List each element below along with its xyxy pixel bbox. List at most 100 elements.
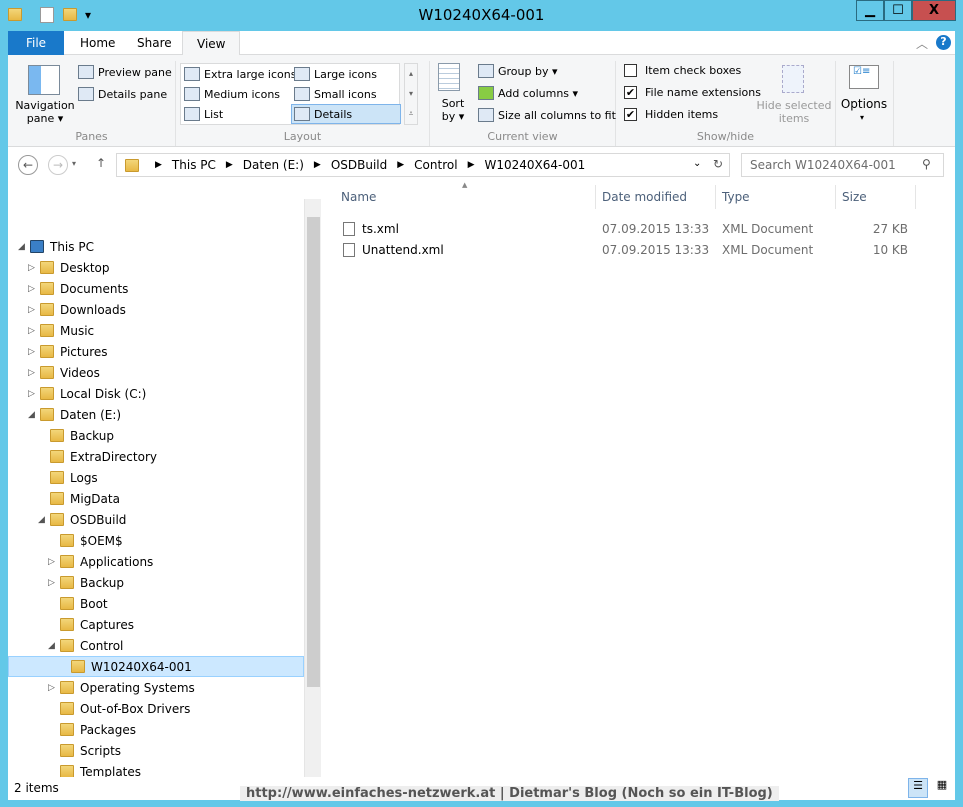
breadcrumb-current[interactable]: W10240X64-001 [484,158,585,172]
minimize-button[interactable]: ▁ [856,0,884,21]
tab-home[interactable]: Home [66,31,129,55]
tree-item[interactable]: ◢ Daten (E:) [8,404,304,425]
gallery-scroll[interactable]: ▴ ▾ ⩡ [404,63,418,125]
file-name-extensions-toggle[interactable]: ✔ File name extensions [624,86,761,99]
file-row[interactable]: ts.xml 07.09.2015 13:33 XML Document 27 … [336,219,908,240]
search-input[interactable]: Search W10240X64-001 [741,153,944,177]
tree-item[interactable]: MigData [8,488,304,509]
expand-icon[interactable]: ▷ [28,347,35,357]
collapse-icon[interactable]: ◢ [28,410,35,420]
expand-icon[interactable]: ▷ [28,263,35,273]
tree-item[interactable]: ▷ Backup [8,572,304,593]
group-by-button[interactable]: Group by ▾ [478,64,558,78]
scrollbar-thumb[interactable] [307,217,320,687]
tree-item[interactable]: Backup [8,425,304,446]
close-button[interactable]: X [912,0,956,21]
search-icon[interactable]: ⚲ [922,157,931,171]
tree-item[interactable]: $OEM$ [8,530,304,551]
breadcrumb-daten[interactable]: Daten (E:) [243,158,304,172]
refresh-icon[interactable]: ↻ [713,157,723,171]
collapse-ribbon-icon[interactable]: ︿ [916,35,928,52]
navigation-pane-button[interactable]: Navigation pane ▾ [10,99,80,125]
breadcrumb-osdbuild[interactable]: OSDBuild [331,158,387,172]
address-bar[interactable]: ▶ This PC ▶ Daten (E:) ▶ OSDBuild ▶ Control… [116,153,730,177]
details-view-button[interactable]: ☰ [908,778,928,798]
column-date-modified[interactable]: Date modified [596,185,716,209]
tab-view[interactable]: View [182,31,241,56]
tree-item[interactable]: ▷ Applications [8,551,304,572]
tree-item[interactable]: Packages [8,719,304,740]
tree-item[interactable]: Templates [8,761,304,777]
expand-icon[interactable]: ▷ [28,305,35,315]
sort-by-button[interactable]: Sort by ▾ [436,97,470,123]
expand-icon[interactable]: ▷ [28,368,35,378]
medium-icons-icon [184,87,200,101]
layout-large-icons[interactable]: Large icons [294,67,377,81]
collapse-icon[interactable]: ◢ [38,515,45,525]
column-type[interactable]: Type [716,185,836,209]
expand-icon[interactable]: ▷ [28,284,35,294]
hide-selected-button[interactable]: Hide selected items [756,99,832,125]
help-icon[interactable]: ? [936,35,951,50]
expand-icon[interactable]: ▷ [28,389,35,399]
checkbox-checked[interactable]: ✔ [624,86,637,99]
tree-item[interactable]: W10240X64-001 [8,656,304,677]
expand-icon[interactable]: ▷ [48,578,55,588]
tree-item[interactable]: ▷ Music [8,320,304,341]
chevron-icon[interactable]: ▶ [468,160,475,170]
expand-icon[interactable]: ▷ [48,557,55,567]
chevron-icon[interactable]: ▶ [226,160,233,170]
tree-item[interactable]: Logs [8,467,304,488]
checkbox[interactable] [624,64,637,77]
breadcrumb-control[interactable]: Control [414,158,457,172]
tree-item[interactable]: Scripts [8,740,304,761]
tree-item[interactable]: ◢ This PC [8,236,304,257]
item-check-boxes-toggle[interactable]: Item check boxes [624,64,741,77]
chevron-icon[interactable]: ▶ [314,160,321,170]
preview-pane-button[interactable]: Preview pane [78,65,172,79]
layout-list[interactable]: List [184,107,223,121]
tree-item[interactable]: ▷ Pictures [8,341,304,362]
layout-medium-icons[interactable]: Medium icons [184,87,280,101]
nav-scrollbar[interactable] [304,199,321,777]
address-dropdown-icon[interactable]: ⌄ [693,158,701,169]
expand-icon[interactable]: ▷ [28,326,35,336]
breadcrumb-this-pc[interactable]: This PC [172,158,216,172]
column-size[interactable]: Size [836,185,916,209]
options-button[interactable]: Options [836,97,892,111]
collapse-icon[interactable]: ◢ [18,242,25,252]
details-pane-button[interactable]: Details pane [78,87,167,101]
tree-item[interactable]: Out-of-Box Drivers [8,698,304,719]
tree-item[interactable]: ▷ Local Disk (C:) [8,383,304,404]
size-columns-button[interactable]: Size all columns to fit [478,108,616,122]
tree-item[interactable]: Captures [8,614,304,635]
back-button[interactable]: ← [18,155,38,175]
options-group[interactable]: ☑≡ Options ▾ [836,61,894,146]
layout-details[interactable]: Details [291,104,401,124]
tab-file[interactable]: File [8,31,64,55]
up-button[interactable]: ↑ [96,156,106,170]
layout-small-icons[interactable]: Small icons [294,87,377,101]
add-columns-button[interactable]: Add columns ▾ [478,86,578,100]
recent-locations-icon[interactable]: ▾ [72,159,76,168]
tree-item[interactable]: ExtraDirectory [8,446,304,467]
tree-item[interactable]: ◢ Control [8,635,304,656]
layout-extra-large-icons[interactable]: Extra large icons [184,67,296,81]
tree-item[interactable]: ▷ Videos [8,362,304,383]
checkbox-checked[interactable]: ✔ [624,108,637,121]
file-row[interactable]: Unattend.xml 07.09.2015 13:33 XML Docume… [336,240,908,261]
tree-item[interactable]: ▷ Documents [8,278,304,299]
chevron-icon[interactable]: ▶ [397,160,404,170]
tree-item[interactable]: ▷ Operating Systems [8,677,304,698]
tree-item[interactable]: ◢ OSDBuild [8,509,304,530]
maximize-button[interactable]: ☐ [884,0,912,21]
hidden-items-toggle[interactable]: ✔ Hidden items [624,108,718,121]
tree-item[interactable]: Boot [8,593,304,614]
expand-icon[interactable]: ▷ [48,683,55,693]
tree-item[interactable]: ▷ Downloads [8,299,304,320]
forward-button[interactable]: → [48,155,68,175]
large-icons-view-button[interactable]: ▦ [932,778,952,798]
tab-share[interactable]: Share [123,31,186,55]
collapse-icon[interactable]: ◢ [48,641,55,651]
tree-item[interactable]: ▷ Desktop [8,257,304,278]
